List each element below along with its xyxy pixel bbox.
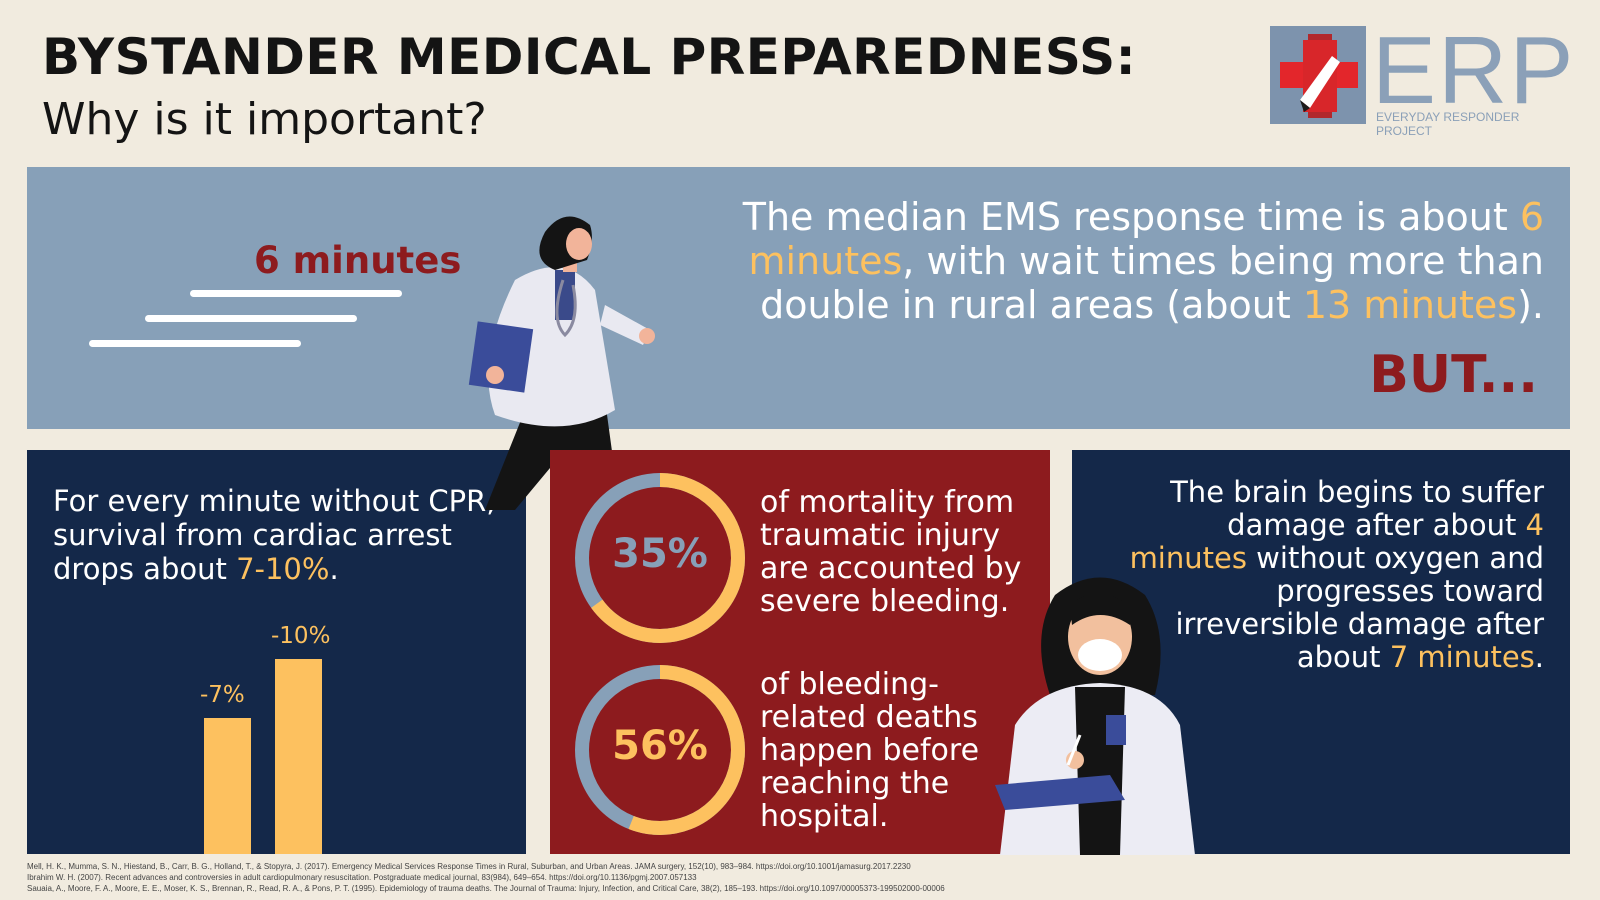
ems-banner: 6 minutes The median EMS response time i… [27, 167, 1570, 429]
ems-response-text: The median EMS response time is about 6 … [742, 195, 1544, 327]
references: Mell, H. K., Mumma, S. N., Hiestand, B.,… [27, 861, 945, 894]
six-minutes-label: 6 minutes [254, 239, 462, 282]
doctor-clipboard-illustration [995, 577, 1195, 855]
erp-logo: ERP EVERYDAY RESPONDER PROJECT [1270, 17, 1573, 138]
cpr-panel: For every minute without CPR, survival f… [27, 450, 526, 854]
speed-line [89, 340, 301, 347]
donut-percent: 35% [612, 531, 708, 577]
speed-line [190, 290, 402, 297]
donut-chart-56: 56% [570, 660, 750, 840]
page-title: BYSTANDER MEDICAL PREPAREDNESS: [42, 28, 1137, 86]
logo-tagline: EVERYDAY RESPONDER PROJECT [1376, 110, 1520, 138]
speed-line [145, 315, 357, 322]
page-subtitle: Why is it important? [42, 94, 487, 145]
but-label: BUT... [1369, 345, 1538, 405]
red-cross-building-icon [1270, 26, 1366, 124]
survival-bar [275, 659, 322, 854]
donut-chart-35: 35% [570, 468, 750, 648]
reference-item: Ibrahim W. H. (2007). Recent advances an… [27, 873, 697, 882]
survival-bar [204, 717, 251, 854]
reference-item: Sauaia, A., Moore, F. A., Moore, E. E., … [27, 884, 945, 893]
donut-percent: 56% [612, 723, 708, 769]
bar-label: -7% [200, 681, 245, 708]
cpr-text: For every minute without CPR, survival f… [53, 484, 496, 586]
reference-item: Mell, H. K., Mumma, S. N., Hiestand, B.,… [27, 862, 911, 871]
bleeding-panel: 35% of mortality from traumatic injury a… [550, 450, 1050, 854]
bar-label: -10% [271, 623, 331, 649]
